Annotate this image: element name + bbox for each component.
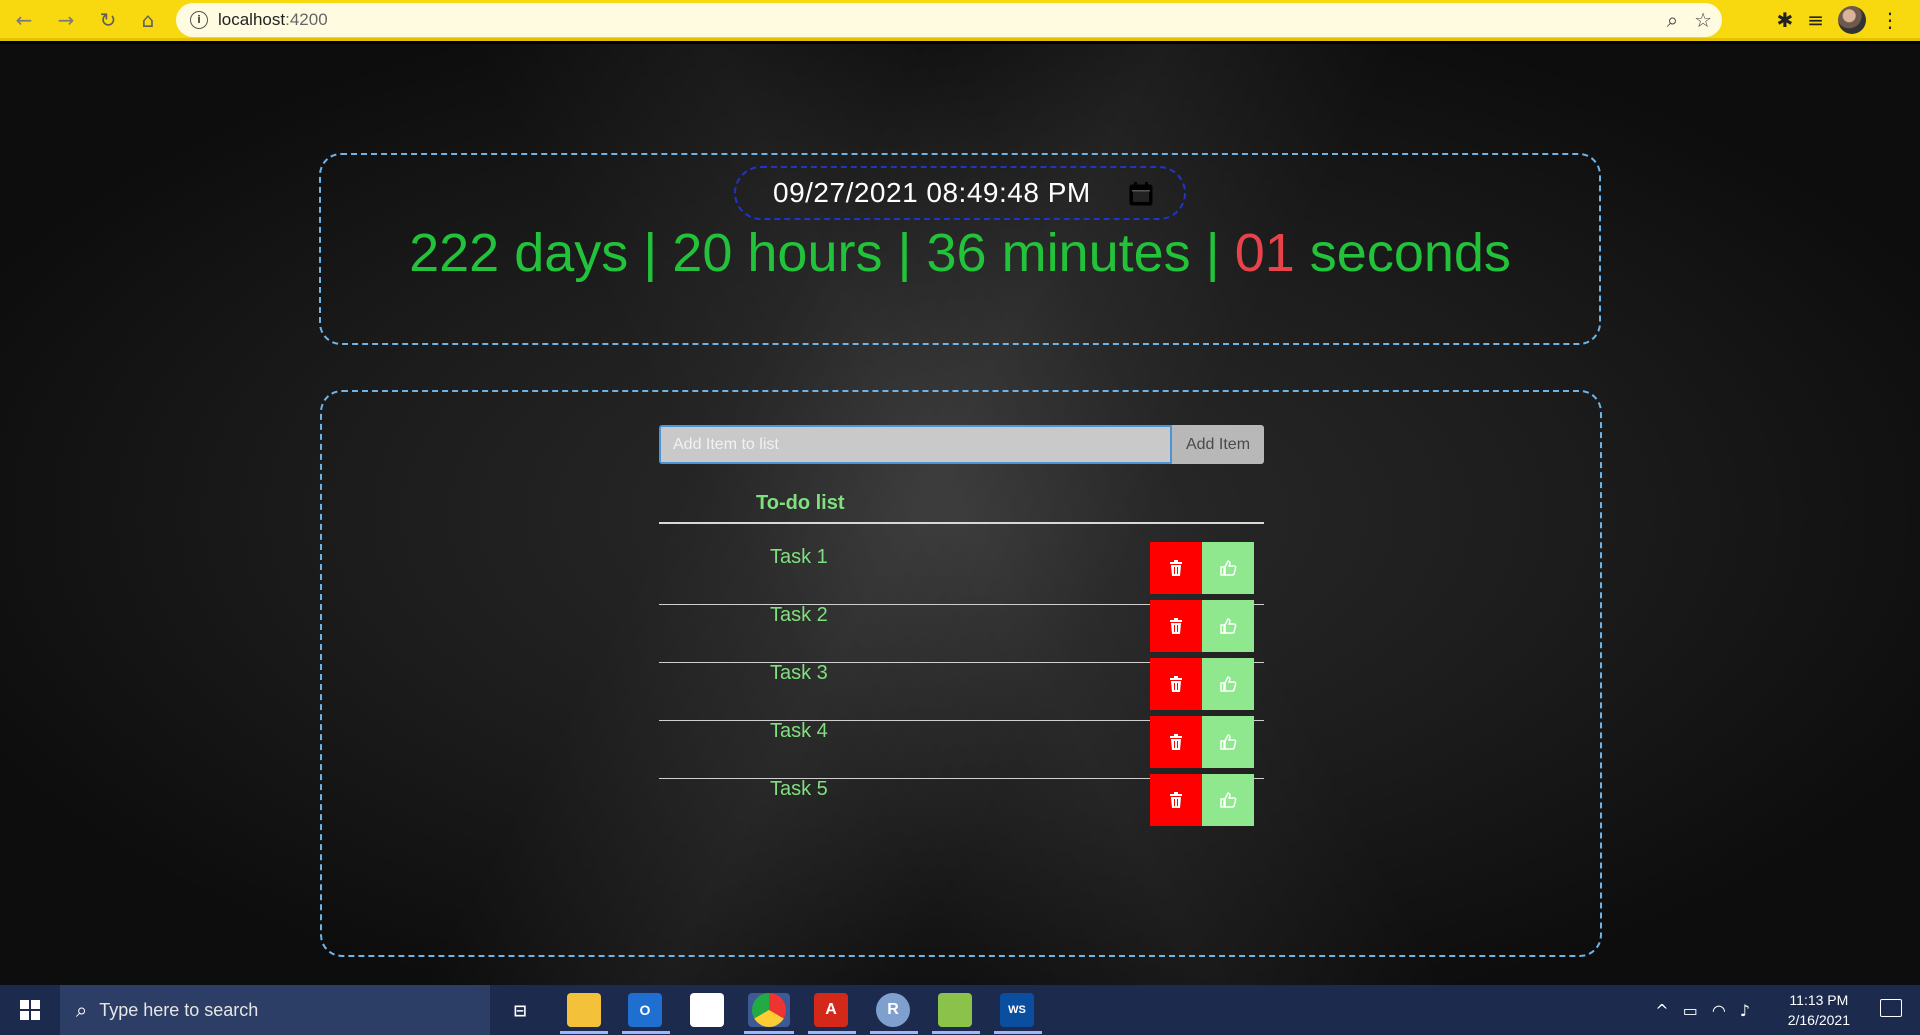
back-icon[interactable]: ←	[10, 6, 38, 34]
trash-icon	[1170, 734, 1182, 750]
add-item-button[interactable]: Add Item	[1172, 425, 1264, 464]
countdown-display: 222 days | 20 hours | 36 minutes | 01 se…	[0, 222, 1920, 284]
active-indicator	[622, 1031, 670, 1034]
url-text: localhost:4200	[218, 10, 328, 30]
address-bar[interactable]: i localhost:4200 ⌕ ☆	[176, 3, 1722, 37]
done-button[interactable]	[1202, 658, 1254, 710]
delete-button[interactable]	[1150, 600, 1202, 652]
forward-icon[interactable]: →	[52, 6, 80, 34]
add-item-input[interactable]	[659, 425, 1172, 464]
profile-avatar[interactable]	[1838, 6, 1866, 34]
days-value: 222	[409, 223, 500, 283]
site-info-icon[interactable]: i	[190, 11, 208, 29]
trash-icon	[1170, 676, 1182, 692]
active-indicator	[932, 1031, 980, 1034]
store-icon[interactable]	[690, 993, 724, 1027]
zoom-icon[interactable]: ⌕	[1667, 8, 1678, 32]
list-item: Task 5	[659, 766, 1264, 836]
file-explorer-icon[interactable]	[567, 993, 601, 1027]
chrome-icon[interactable]	[752, 993, 786, 1027]
thumbs-up-icon	[1220, 676, 1237, 692]
task-view-icon[interactable]: ⊟	[503, 993, 537, 1027]
done-button[interactable]	[1202, 600, 1254, 652]
taskbar-search[interactable]: ⌕ Type here to search	[60, 985, 490, 1035]
acrobat-icon[interactable]: A	[814, 993, 848, 1027]
active-indicator	[808, 1031, 856, 1034]
seconds-value: 01	[1234, 223, 1295, 283]
app-page: 09/27/2021 08:49:48 PM 222 days | 20 hou…	[0, 44, 1920, 985]
task-label: Task 2	[770, 604, 828, 626]
extensions-icon[interactable]: ✱	[1776, 8, 1793, 32]
system-clock[interactable]: 11:13 PM 2/16/2021	[1788, 990, 1850, 1030]
thumbs-up-icon	[1220, 560, 1237, 576]
active-indicator	[994, 1031, 1042, 1034]
hours-value: 20	[672, 223, 733, 283]
task-label: Task 1	[770, 546, 828, 568]
bookmark-star-icon[interactable]: ☆	[1694, 8, 1712, 32]
home-icon[interactable]: ⌂	[134, 6, 162, 34]
image-editor-icon[interactable]	[938, 993, 972, 1027]
todo-list-title: To-do list	[756, 492, 845, 514]
outlook-icon[interactable]: O	[628, 993, 662, 1027]
delete-button[interactable]	[1150, 716, 1202, 768]
battery-icon[interactable]: ▭	[1683, 1001, 1698, 1020]
thumbs-up-icon	[1220, 618, 1237, 634]
browser-toolbar: ← → ↻ ⌂ i localhost:4200 ⌕ ☆ ✱ ≡ ⋮	[0, 0, 1920, 41]
wifi-icon[interactable]: ◠	[1712, 1001, 1726, 1020]
taskbar-search-placeholder: Type here to search	[99, 999, 259, 1020]
thumbs-up-icon	[1220, 734, 1237, 750]
menu-kebab-icon[interactable]: ⋮	[1880, 8, 1900, 32]
trash-icon	[1170, 618, 1182, 634]
reload-icon[interactable]: ↻	[94, 6, 122, 34]
clock-time: 11:13 PM	[1789, 992, 1849, 1008]
datetime-picker[interactable]: 09/27/2021 08:49:48 PM	[734, 166, 1186, 220]
delete-button[interactable]	[1150, 774, 1202, 826]
task-label: Task 4	[770, 720, 828, 742]
task-label: Task 5	[770, 778, 828, 800]
r-app-icon[interactable]: R	[876, 993, 910, 1027]
task-label: Task 3	[770, 662, 828, 684]
minutes-label: minutes |	[986, 223, 1235, 283]
notification-icon[interactable]	[1880, 999, 1902, 1017]
days-label: days |	[499, 223, 673, 283]
trash-icon	[1170, 792, 1182, 808]
url-host: localhost	[218, 10, 286, 29]
minutes-value: 36	[926, 223, 987, 283]
reading-list-icon[interactable]: ≡	[1807, 8, 1824, 32]
done-button[interactable]	[1202, 774, 1254, 826]
windows-taskbar: ⌕ Type here to search ⊟ O A R WS ^ ▭ ◠ ♪…	[0, 985, 1920, 1035]
calendar-icon[interactable]	[1128, 181, 1154, 207]
datetime-value[interactable]: 09/27/2021 08:49:48 PM	[773, 177, 1091, 209]
webstorm-icon[interactable]: WS	[1000, 993, 1034, 1027]
search-icon: ⌕	[76, 998, 88, 1022]
thumbs-up-icon	[1220, 792, 1237, 808]
volume-icon[interactable]: ♪	[1740, 1001, 1750, 1020]
url-port: :4200	[285, 10, 328, 29]
done-button[interactable]	[1202, 542, 1254, 594]
delete-button[interactable]	[1150, 658, 1202, 710]
clock-date: 2/16/2021	[1787, 1012, 1850, 1028]
active-indicator	[744, 1031, 794, 1034]
windows-start-icon[interactable]	[20, 1000, 40, 1020]
trash-icon	[1170, 560, 1182, 576]
system-tray: ^ ▭ ◠ ♪	[1655, 985, 1750, 1035]
delete-button[interactable]	[1150, 542, 1202, 594]
done-button[interactable]	[1202, 716, 1254, 768]
active-indicator	[560, 1031, 608, 1034]
todo-list-header: To-do list	[659, 492, 1264, 524]
active-indicator	[870, 1031, 918, 1034]
hours-label: hours |	[732, 223, 927, 283]
seconds-label: seconds	[1294, 223, 1511, 283]
chevron-up-icon[interactable]: ^	[1655, 1001, 1668, 1020]
